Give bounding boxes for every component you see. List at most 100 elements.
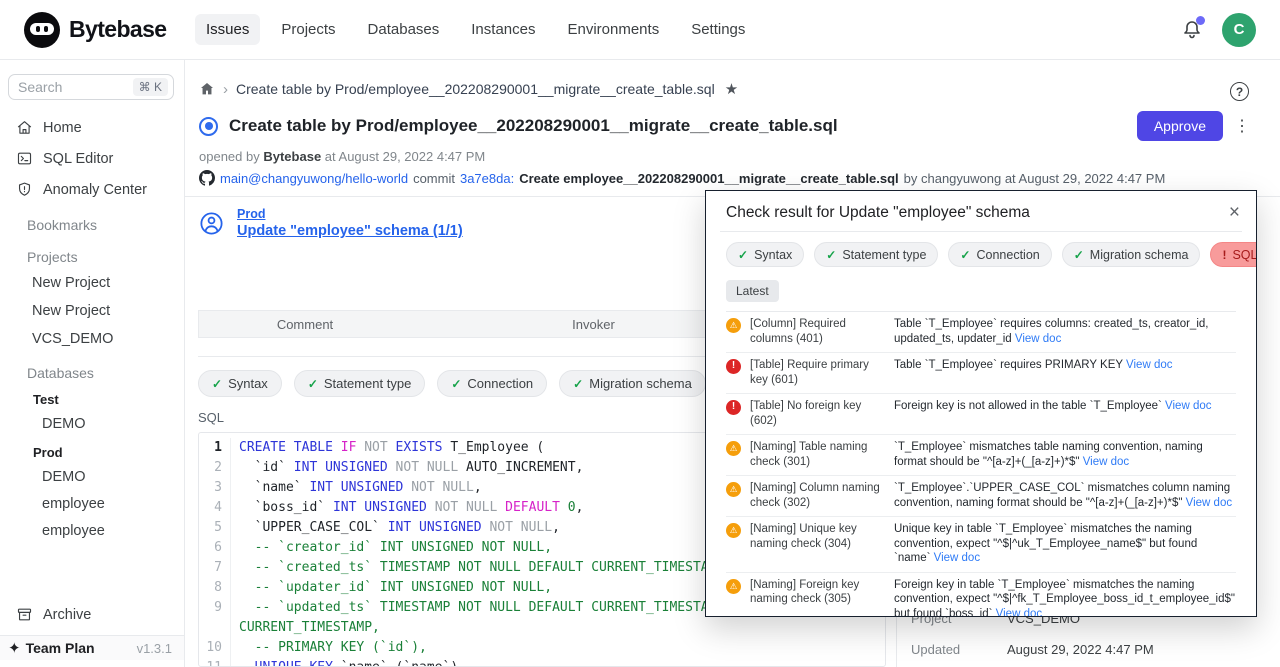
breadcrumb-title[interactable]: Create table by Prod/employee__202208290…: [236, 81, 715, 97]
kebab-menu-icon[interactable]: ⋮: [1234, 122, 1250, 131]
sidebar-db-item[interactable]: DEMO: [0, 411, 184, 438]
sidebar: ⌘ K Home SQL Editor Anomaly Center Bookm…: [0, 60, 185, 667]
line-number: 1: [199, 438, 231, 458]
sidebar-db-item[interactable]: employee: [0, 518, 184, 545]
sidebar-db-item[interactable]: DEMO: [0, 464, 184, 491]
issue-status-icon: [199, 117, 218, 136]
line-number: 4: [199, 498, 231, 518]
view-doc-link[interactable]: View doc: [934, 552, 980, 564]
code-line: 10 -- PRIMARY KEY (`id`),: [199, 638, 885, 658]
code-line: 11 UNIQUE KEY `name` (`name`),: [199, 658, 885, 667]
warning-icon: ⚠: [726, 318, 741, 333]
warning-icon: ⚠: [726, 579, 741, 594]
check-pass-icon: ✓: [308, 377, 318, 391]
rule-description: Foreign key is not allowed in the table …: [894, 399, 1236, 428]
commit-hash-link[interactable]: 3a7e8da:: [460, 171, 514, 186]
sidebar-item-sql-editor[interactable]: SQL Editor: [0, 143, 184, 174]
check-badge-connection[interactable]: ✓Connection: [948, 242, 1051, 267]
check-pass-icon: ✓: [212, 377, 222, 391]
bytebase-logo[interactable]: Bytebase: [24, 12, 195, 48]
sidebar-section-databases: Databases: [0, 353, 184, 385]
sidebar-section-bookmarks: Bookmarks: [0, 205, 184, 237]
rule-name: [Naming] Unique key naming check (304): [750, 522, 884, 551]
breadcrumb: › Create table by Prod/employee__2022082…: [185, 60, 1280, 98]
vcs-branch-link[interactable]: main@changyuwong/hello-world: [220, 171, 408, 186]
check-result-row: ! [Table] No foreign key (602) Foreign key…: [726, 394, 1236, 435]
check-badge-syntax[interactable]: ✓Syntax: [726, 242, 804, 267]
check-badge-migration-schema[interactable]: ✓Migration schema: [1062, 242, 1201, 267]
anomaly-center-icon: [16, 181, 33, 198]
modal-check-badges: ✓Syntax ✓Statement type ✓Connection ✓Migrat…: [726, 242, 1236, 267]
line-number: 2: [199, 458, 231, 478]
sidebar-project-item[interactable]: New Project: [0, 269, 184, 297]
check-result-row: ⚠[Naming] Column naming check (302)`T_Em…: [726, 476, 1236, 517]
check-result-row: ⚠ [Naming] Foreign key naming check (305)…: [726, 573, 1236, 617]
avatar[interactable]: C: [1222, 13, 1256, 47]
stage-environment-link[interactable]: Prod: [237, 207, 463, 221]
sidebar-project-item[interactable]: VCS_DEMO: [0, 325, 184, 353]
star-icon[interactable]: ★: [725, 80, 738, 98]
sidebar-project-item[interactable]: New Project: [0, 297, 184, 325]
search-input[interactable]: [18, 79, 110, 95]
side-panel-field-updated: Updated August 29, 2022 4:47 PM: [911, 642, 1280, 657]
view-doc-link[interactable]: View doc: [1186, 497, 1232, 509]
rule-name: [Naming] Table naming check (301): [750, 440, 884, 469]
check-badge-statement-type[interactable]: ✓Statement type: [814, 242, 938, 267]
assignee-icon: [198, 210, 225, 237]
notification-bell-icon[interactable]: [1180, 18, 1204, 42]
nav-item-instances[interactable]: Instances: [460, 14, 546, 45]
sidebar-db-item[interactable]: employee: [0, 491, 184, 518]
search-box[interactable]: ⌘ K: [8, 74, 174, 100]
plan-footer[interactable]: ✦ Team Plan v1.3.1: [0, 635, 184, 660]
view-doc-link[interactable]: View doc: [1015, 333, 1061, 345]
sidebar-item-home[interactable]: Home: [0, 112, 184, 143]
warning-icon: ⚠: [726, 441, 741, 456]
line-number: 3: [199, 478, 231, 498]
sidebar-item-archive[interactable]: Archive: [0, 599, 184, 635]
check-result-modal: Check result for Update "employee" schem…: [705, 190, 1257, 617]
check-badge-statement-type[interactable]: ✓Statement type: [294, 370, 426, 397]
nav-item-environments[interactable]: Environments: [556, 14, 670, 45]
check-pass-icon: ✓: [573, 377, 583, 391]
help-icon[interactable]: ?: [1230, 82, 1249, 101]
stage-task-link[interactable]: Update "employee" schema (1/1): [237, 223, 463, 239]
github-icon: [199, 170, 215, 186]
check-result-row: ⚠ [Naming] Table naming check (301) `T_Emp…: [726, 435, 1236, 476]
check-badge-migration-schema[interactable]: ✓Migration schema: [559, 370, 706, 397]
rule-name: [Table] No foreign key (602): [750, 399, 884, 428]
nav-item-databases[interactable]: Databases: [357, 14, 451, 45]
close-icon[interactable]: ×: [1229, 203, 1240, 222]
rule-description: `T_Employee`.`UPPER_CASE_COL` mismatches…: [894, 481, 1236, 510]
check-badge-connection[interactable]: ✓Connection: [437, 370, 547, 397]
commit-message: Create employee__202208290001__migrate__…: [519, 171, 898, 186]
home-icon: [16, 119, 33, 136]
rule-description: Table `T_Employee` requires columns: cre…: [894, 317, 1236, 346]
view-doc-link[interactable]: View doc: [1126, 359, 1172, 371]
nav-item-issues[interactable]: Issues: [195, 14, 260, 45]
view-doc-link[interactable]: View doc: [1165, 400, 1211, 412]
nav-item-settings[interactable]: Settings: [680, 14, 756, 45]
main-nav: Issues Projects Databases Instances Envi…: [195, 14, 756, 45]
latest-button[interactable]: Latest: [726, 280, 779, 302]
rule-description: Table `T_Employee` requires PRIMARY KEY …: [894, 358, 1236, 387]
nav-item-projects[interactable]: Projects: [270, 14, 346, 45]
line-number: 10: [199, 638, 231, 658]
rule-description: `T_Employee` mismatches table naming con…: [894, 440, 1236, 469]
view-doc-link[interactable]: View doc: [996, 608, 1042, 617]
sidebar-env-test: Test: [0, 385, 184, 411]
modal-title: Check result for Update "employee" schem…: [726, 204, 1030, 222]
view-doc-link[interactable]: View doc: [1083, 456, 1129, 468]
sidebar-item-anomaly-center[interactable]: Anomaly Center: [0, 174, 184, 205]
rule-name: [Naming] Foreign key naming check (305): [750, 578, 884, 607]
app-version: v1.3.1: [137, 641, 172, 656]
breadcrumb-home-icon[interactable]: [199, 81, 215, 97]
rule-description: Unique key in table `T_Employee` mismatc…: [894, 522, 1236, 566]
sidebar-env-prod: Prod: [0, 438, 184, 464]
error-icon: !: [726, 400, 741, 415]
approve-button[interactable]: Approve: [1137, 111, 1223, 141]
sparkle-icon: ✦: [8, 639, 21, 657]
line-number: 6: [199, 538, 231, 558]
check-badge-sql-review[interactable]: !SQL review: [1210, 242, 1256, 267]
line-number: 9: [199, 598, 231, 638]
check-badge-syntax[interactable]: ✓Syntax: [198, 370, 282, 397]
